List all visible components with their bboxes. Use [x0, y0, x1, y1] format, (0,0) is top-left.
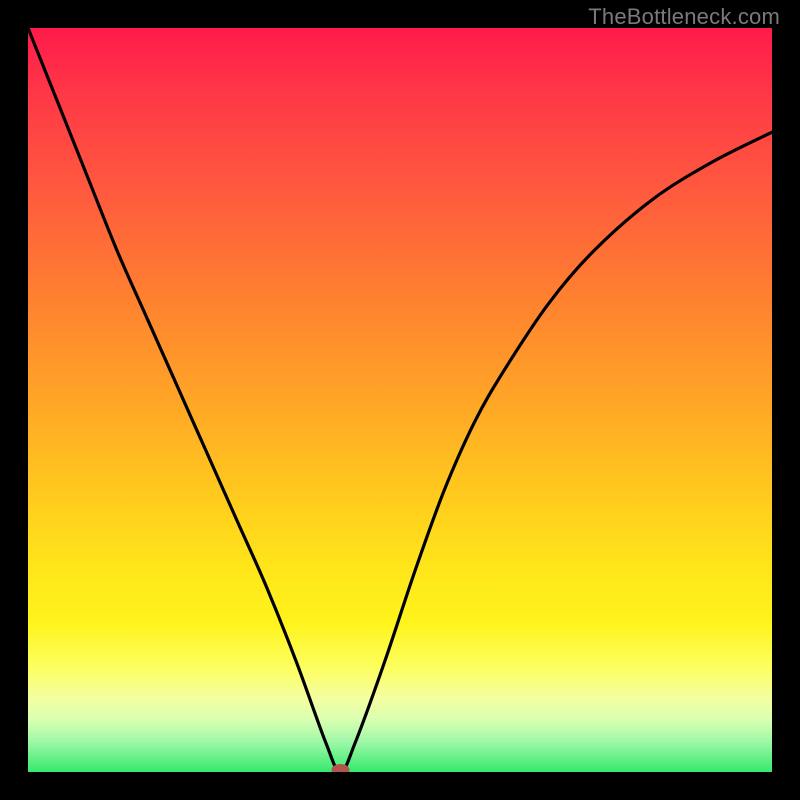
plot-svg	[28, 28, 772, 772]
watermark-label: TheBottleneck.com	[588, 4, 780, 30]
plot-area	[28, 28, 772, 772]
curve-bottleneck-curve	[28, 28, 772, 772]
chart-frame: TheBottleneck.com	[0, 0, 800, 800]
